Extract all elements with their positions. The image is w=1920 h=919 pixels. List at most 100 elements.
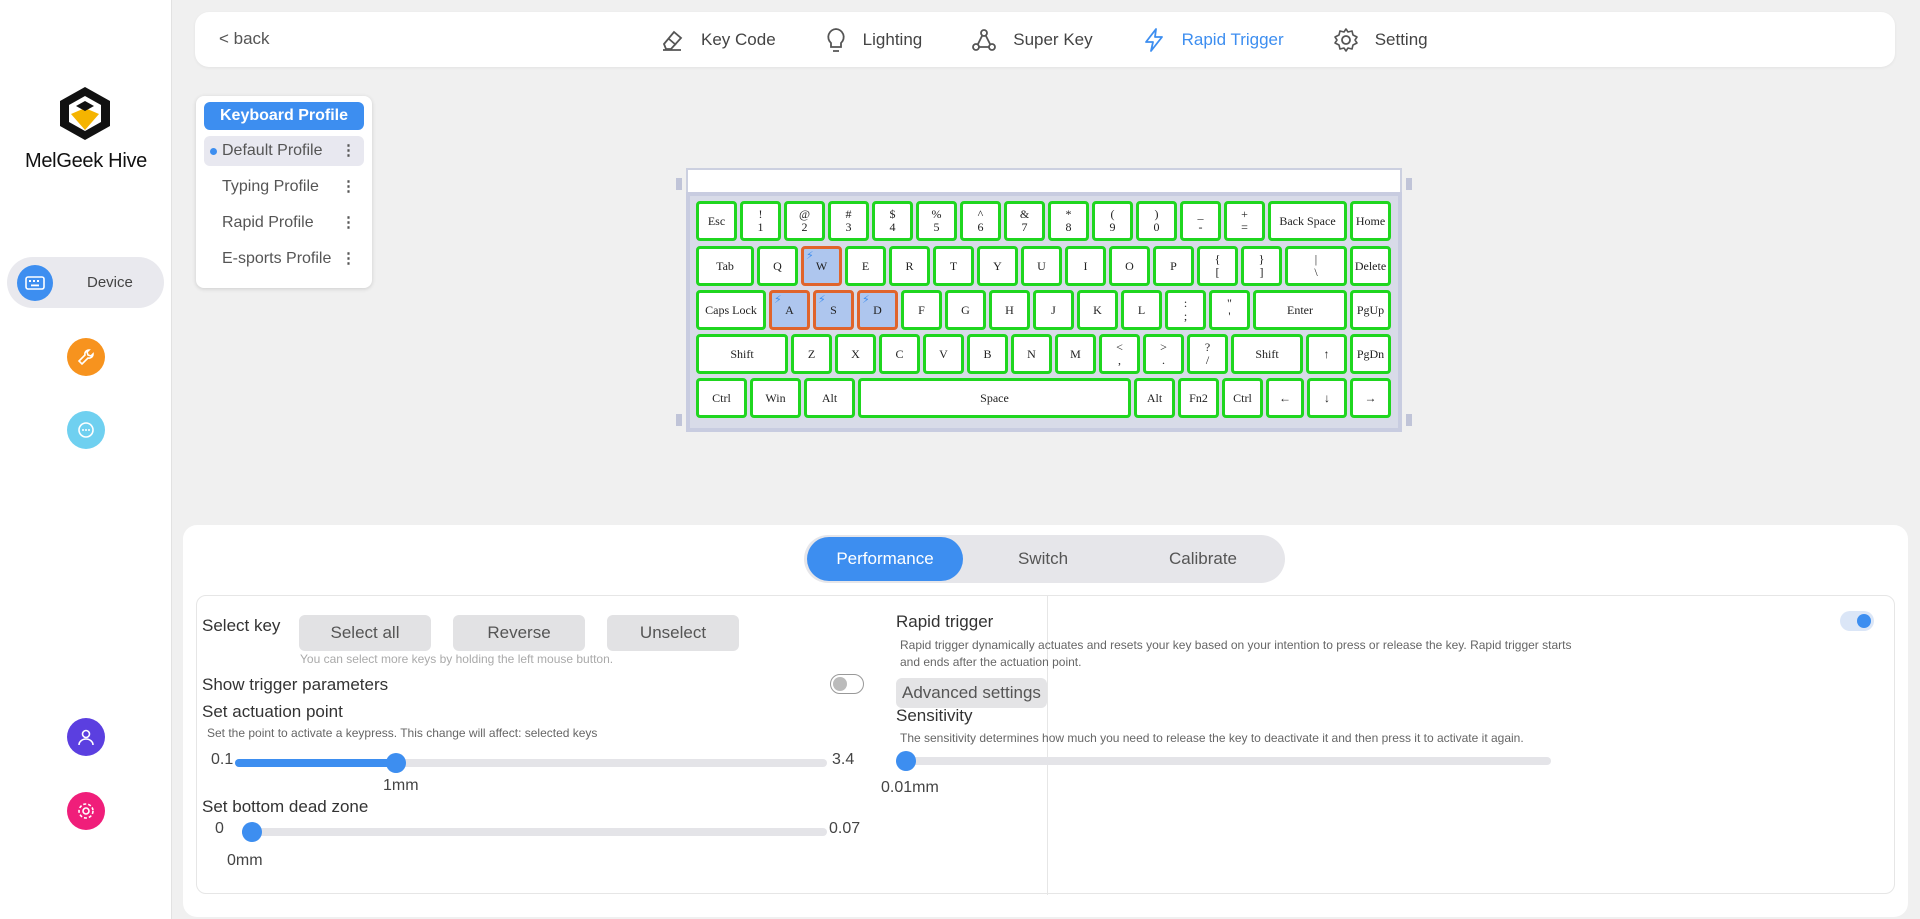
key[interactable]: $4 bbox=[872, 201, 913, 241]
tab-key-code[interactable]: Key Code bbox=[659, 27, 776, 53]
tab-lighting[interactable]: Lighting bbox=[825, 27, 922, 53]
profile-item[interactable]: E-sports Profile ⋮ bbox=[204, 244, 364, 274]
key[interactable]: | \ bbox=[1285, 246, 1347, 286]
key[interactable]: Fn2 bbox=[1178, 378, 1219, 418]
key-selected[interactable]: ⚡ A bbox=[769, 290, 810, 330]
key[interactable]: F bbox=[901, 290, 942, 330]
key[interactable]: Y bbox=[977, 246, 1018, 286]
key[interactable]: ↑ bbox=[1306, 334, 1347, 374]
key[interactable]: Space bbox=[858, 378, 1131, 418]
back-link[interactable]: < back bbox=[219, 29, 270, 49]
key[interactable]: G bbox=[945, 290, 986, 330]
sensitivity-thumb[interactable] bbox=[896, 751, 916, 771]
advanced-settings-button[interactable]: Advanced settings bbox=[896, 678, 1047, 708]
key[interactable]: M bbox=[1055, 334, 1096, 374]
key[interactable]: ? / bbox=[1187, 334, 1228, 374]
key[interactable]: % 5 bbox=[916, 201, 957, 241]
key[interactable]: Z bbox=[791, 334, 832, 374]
profile-item[interactable]: Typing Profile ⋮ bbox=[204, 172, 364, 202]
key[interactable]: K bbox=[1077, 290, 1118, 330]
key[interactable]: ) 0 bbox=[1136, 201, 1177, 241]
more-icon[interactable]: ⋮ bbox=[341, 244, 356, 274]
tab-rapid-trigger[interactable]: Rapid Trigger bbox=[1142, 27, 1284, 53]
key[interactable]: Back Space bbox=[1268, 201, 1347, 241]
key[interactable]: V bbox=[923, 334, 964, 374]
wrench-icon[interactable] bbox=[67, 338, 105, 376]
key[interactable]: J bbox=[1033, 290, 1074, 330]
key[interactable]: ^ 6 bbox=[960, 201, 1001, 241]
profile-item[interactable]: Rapid Profile ⋮ bbox=[204, 208, 364, 238]
key[interactable]: Caps Lock bbox=[696, 290, 766, 330]
key-selected[interactable]: ⚡ S bbox=[813, 290, 854, 330]
key[interactable]: * 8 bbox=[1048, 201, 1089, 241]
key[interactable]: R bbox=[889, 246, 930, 286]
key-selected[interactable]: ⚡ D bbox=[857, 290, 898, 330]
key[interactable]: T bbox=[933, 246, 974, 286]
more-icon[interactable]: ⋮ bbox=[341, 208, 356, 238]
key[interactable]: H bbox=[989, 290, 1030, 330]
tab-calibrate[interactable]: Calibrate bbox=[1123, 537, 1283, 581]
key[interactable]: Shift bbox=[1231, 334, 1303, 374]
user-icon[interactable] bbox=[67, 718, 105, 756]
key[interactable]: PgUp bbox=[1350, 290, 1391, 330]
key[interactable]: :; bbox=[1165, 290, 1206, 330]
key[interactable]: X bbox=[835, 334, 876, 374]
key[interactable]: Alt bbox=[804, 378, 855, 418]
key[interactable]: (9 bbox=[1092, 201, 1133, 241]
key[interactable]: L bbox=[1121, 290, 1162, 330]
key[interactable]: Enter bbox=[1253, 290, 1347, 330]
tab-setting[interactable]: Setting bbox=[1333, 27, 1428, 53]
key[interactable]: P bbox=[1153, 246, 1194, 286]
profile-item[interactable]: Default Profile ⋮ bbox=[204, 136, 364, 166]
key-selected[interactable]: ⚡ W bbox=[801, 246, 842, 286]
key[interactable]: _ - bbox=[1180, 201, 1221, 241]
dead-zone-slider[interactable] bbox=[242, 822, 827, 842]
key[interactable]: Shift bbox=[696, 334, 788, 374]
key[interactable]: E bbox=[845, 246, 886, 286]
key[interactable]: O bbox=[1109, 246, 1150, 286]
key[interactable]: @2 bbox=[784, 201, 825, 241]
key[interactable]: Delete bbox=[1350, 246, 1391, 286]
unselect-button[interactable]: Unselect bbox=[607, 615, 739, 651]
key[interactable]: → bbox=[1350, 378, 1391, 418]
key[interactable]: Esc bbox=[696, 201, 737, 241]
key[interactable]: ↓ bbox=[1307, 378, 1347, 418]
show-trigger-toggle[interactable] bbox=[830, 674, 864, 694]
key[interactable]: Home bbox=[1350, 201, 1391, 241]
dead-zone-thumb[interactable] bbox=[242, 822, 262, 842]
key[interactable]: >. bbox=[1143, 334, 1184, 374]
more-icon[interactable]: ⋮ bbox=[341, 136, 356, 166]
tab-super-key[interactable]: Super Key bbox=[971, 27, 1093, 53]
select-all-button[interactable]: Select all bbox=[299, 615, 431, 651]
key[interactable]: Ctrl bbox=[696, 378, 747, 418]
key[interactable]: B bbox=[967, 334, 1008, 374]
key[interactable]: I bbox=[1065, 246, 1106, 286]
key[interactable]: C bbox=[879, 334, 920, 374]
tab-performance[interactable]: Performance bbox=[807, 537, 963, 581]
key[interactable]: PgDn bbox=[1350, 334, 1391, 374]
nav-device[interactable]: Device bbox=[7, 257, 164, 308]
tab-switch[interactable]: Switch bbox=[963, 537, 1123, 581]
chat-icon[interactable] bbox=[67, 411, 105, 449]
key[interactable]: ! 1 bbox=[740, 201, 781, 241]
key[interactable]: " ' bbox=[1209, 290, 1250, 330]
key[interactable]: #3 bbox=[828, 201, 869, 241]
settings-icon[interactable] bbox=[67, 792, 105, 830]
key[interactable]: ← bbox=[1266, 378, 1304, 418]
key[interactable]: + = bbox=[1224, 201, 1265, 241]
key[interactable]: Win bbox=[750, 378, 801, 418]
key[interactable]: Q bbox=[757, 246, 798, 286]
key[interactable]: Tab bbox=[696, 246, 754, 286]
key[interactable]: {[ bbox=[1197, 246, 1238, 286]
key[interactable]: Alt bbox=[1134, 378, 1175, 418]
rapid-trigger-toggle[interactable] bbox=[1840, 611, 1874, 631]
actuation-thumb[interactable] bbox=[386, 753, 407, 773]
key[interactable]: <, bbox=[1099, 334, 1140, 374]
key[interactable]: U bbox=[1021, 246, 1062, 286]
key[interactable]: Ctrl bbox=[1222, 378, 1263, 418]
key[interactable]: }] bbox=[1241, 246, 1282, 286]
sensitivity-slider[interactable] bbox=[896, 751, 1551, 771]
more-icon[interactable]: ⋮ bbox=[341, 172, 356, 202]
reverse-button[interactable]: Reverse bbox=[453, 615, 585, 651]
actuation-slider[interactable] bbox=[235, 753, 827, 773]
